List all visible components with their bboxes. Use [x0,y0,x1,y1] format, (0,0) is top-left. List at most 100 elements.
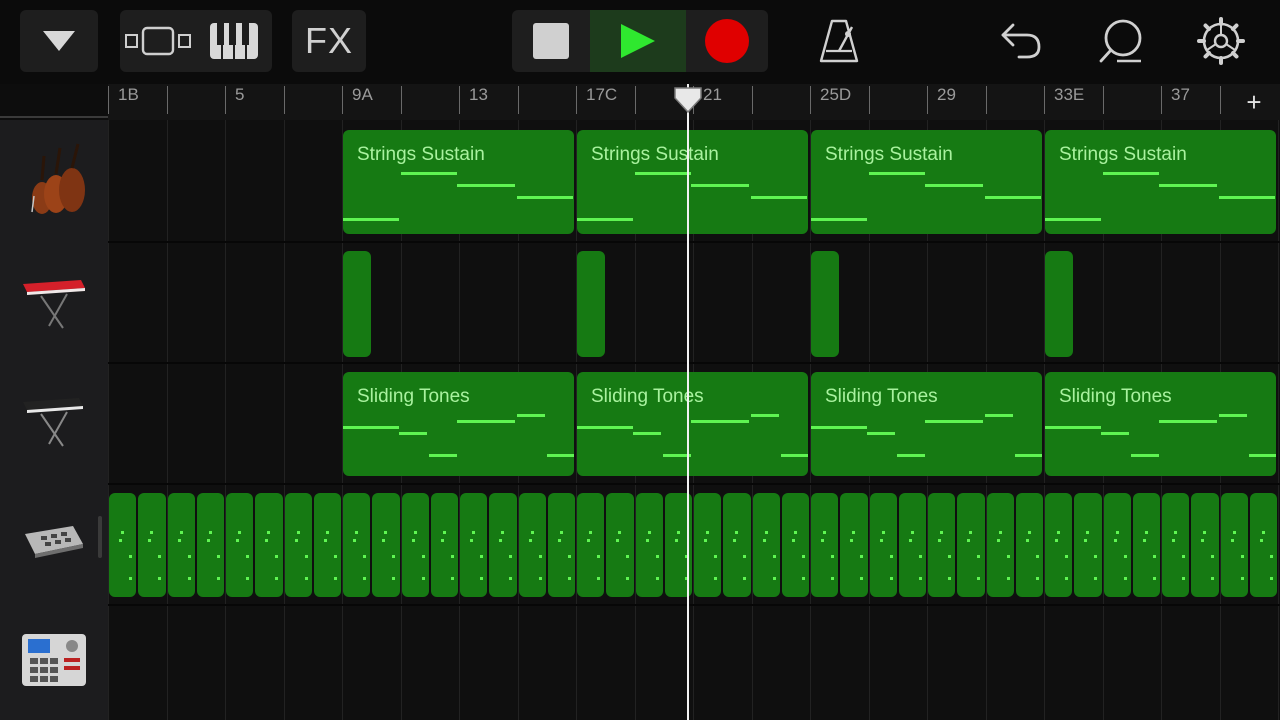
track-header-keyboard[interactable] [0,240,108,360]
region[interactable] [1074,493,1102,597]
undo-icon [1001,23,1041,59]
stop-button[interactable] [512,10,590,72]
region[interactable] [1045,493,1073,597]
transport-group [512,10,768,72]
region[interactable]: Strings Sustain [577,130,808,234]
region[interactable] [255,493,283,597]
region[interactable] [489,493,517,597]
region[interactable] [1162,493,1190,597]
drum-hit [480,555,483,558]
region[interactable] [313,493,341,597]
region[interactable] [1015,493,1043,597]
track-header-strings[interactable] [0,120,108,240]
region[interactable] [430,493,458,597]
region[interactable] [1103,493,1131,597]
drum-hit [501,531,505,534]
drum-hit [1065,577,1068,580]
region[interactable] [898,493,926,597]
midi-note [547,454,574,457]
drum-hit [1006,577,1010,580]
region[interactable] [986,493,1014,597]
metronome-button[interactable] [812,14,866,68]
drum-hit [881,531,885,534]
playhead-handle-icon[interactable] [673,86,703,114]
ruler-tick-minor [283,86,285,114]
midi-note [635,172,691,175]
drum-hit [538,555,542,558]
region[interactable] [1249,493,1277,597]
midi-note [401,172,457,175]
region[interactable] [109,493,137,597]
region[interactable] [694,493,722,597]
region[interactable] [138,493,166,597]
region[interactable] [372,493,400,597]
region[interactable]: Sliding Tones [343,372,574,476]
region[interactable]: Strings Sustain [1045,130,1276,234]
tracks-view-button[interactable] [120,26,196,56]
drum-hit [616,539,620,542]
drum-hit [850,539,854,542]
region[interactable] [869,493,897,597]
drum-hit [918,577,922,580]
region[interactable] [811,251,839,357]
record-button[interactable] [686,10,768,72]
loop-browser-button[interactable] [1094,14,1148,68]
play-icon [621,24,655,58]
arrangement-area[interactable]: Strings Sustain Strings Sustain Strings Su… [108,120,1280,720]
region[interactable] [284,493,312,597]
region[interactable] [196,493,224,597]
grid-line [283,120,285,720]
region[interactable] [1220,493,1248,597]
region[interactable] [460,493,488,597]
settings-button[interactable] [1194,14,1248,68]
ruler-bar-label: 37 [1171,85,1190,104]
region[interactable]: Strings Sustain [811,130,1042,234]
region[interactable] [343,251,371,357]
drum-hit [121,531,124,534]
drum-hit [1152,555,1156,558]
region[interactable] [752,493,780,597]
track-header-beat-sequencer[interactable] [0,600,108,720]
region[interactable] [401,493,429,597]
tracks-dropdown-button[interactable] [20,10,98,72]
region[interactable] [577,251,605,357]
region[interactable]: Sliding Tones [1045,372,1276,476]
add-section-button[interactable]: + [1228,84,1280,120]
region[interactable] [1045,251,1073,357]
drum-hit [948,577,951,580]
keyboard-view-button[interactable] [196,22,272,60]
region[interactable] [226,493,254,597]
region[interactable]: Strings Sustain [343,130,574,234]
drum-hit [852,531,856,534]
drum-hit [831,555,834,558]
play-button[interactable] [590,10,686,72]
track-header-drums[interactable] [0,480,108,600]
drum-hit [589,531,592,534]
region[interactable] [1191,493,1219,597]
region[interactable] [1132,493,1160,597]
region[interactable] [811,493,839,597]
drum-hit [860,555,864,558]
region[interactable] [518,493,546,597]
region[interactable]: Sliding Tones [577,372,808,476]
fx-button[interactable]: FX [292,10,366,72]
region[interactable] [723,493,751,597]
drum-hit [1144,531,1148,534]
region[interactable] [167,493,195,597]
region[interactable] [928,493,956,597]
drum-hit [1203,531,1207,534]
region[interactable] [957,493,985,597]
region[interactable] [635,493,663,597]
grid-line [166,120,168,720]
region[interactable] [840,493,868,597]
region[interactable] [343,493,371,597]
undo-button[interactable] [996,16,1046,66]
region[interactable] [547,493,575,597]
region[interactable]: Sliding Tones [811,372,1042,476]
region[interactable] [781,493,809,597]
drum-hit [1123,577,1127,580]
track-header-synth[interactable] [0,360,108,480]
region[interactable] [606,493,634,597]
region[interactable] [577,493,605,597]
drum-hit [246,555,249,558]
